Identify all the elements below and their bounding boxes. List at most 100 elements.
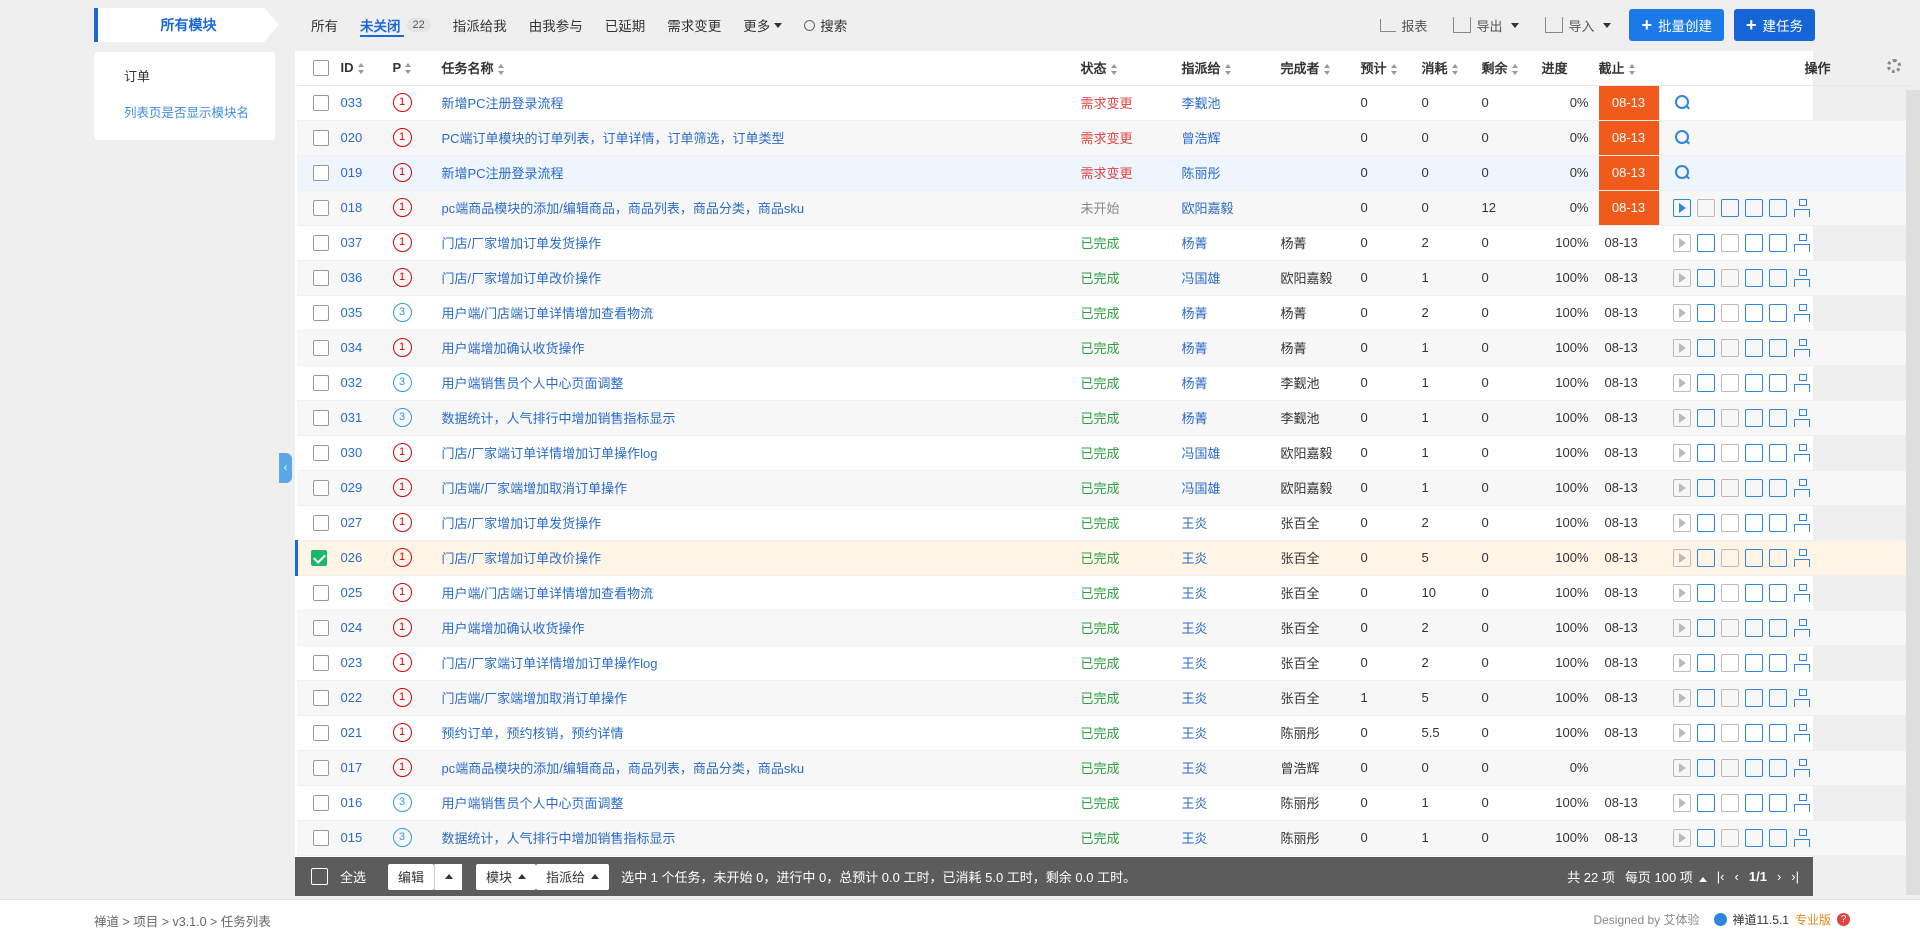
search-icon[interactable]	[1673, 94, 1691, 112]
assigned-to-link[interactable]: 陈丽彤	[1182, 166, 1221, 181]
import-button[interactable]: 导入	[1537, 16, 1619, 35]
edition-label[interactable]: 专业版	[1795, 911, 1831, 928]
batch-module-button[interactable]: 模块	[476, 863, 537, 890]
task-id[interactable]: 026	[341, 550, 363, 565]
edit-icon[interactable]	[1768, 583, 1787, 602]
assigned-to-link[interactable]: 王炎	[1182, 796, 1208, 811]
col-left[interactable]: 剩余	[1481, 51, 1542, 86]
task-name-link[interactable]: 用户端/门店端订单详情增加查看物流	[442, 586, 654, 601]
edit-icon[interactable]	[1768, 513, 1787, 532]
record-hours-icon[interactable]	[1744, 723, 1763, 742]
edit-icon[interactable]	[1768, 303, 1787, 322]
gear-icon[interactable]	[1886, 59, 1901, 74]
task-id[interactable]: 023	[341, 655, 363, 670]
show-module-name-link[interactable]: 列表页是否显示模块名	[124, 102, 249, 121]
row-checkbox[interactable]	[312, 514, 329, 531]
subtask-icon[interactable]	[1793, 618, 1811, 637]
col-id[interactable]: ID	[340, 51, 393, 86]
version-label[interactable]: 禅道11.5.1	[1733, 911, 1789, 928]
task-name-link[interactable]: pc端商品模块的添加/编辑商品，商品列表，商品分类，商品sku	[442, 201, 805, 216]
task-id[interactable]: 032	[341, 375, 363, 390]
task-name-link[interactable]: 门店/厂家增加订单发货操作	[442, 236, 602, 251]
assigned-to-link[interactable]: 冯国雄	[1182, 446, 1221, 461]
edit-icon[interactable]	[1768, 233, 1787, 252]
start-icon[interactable]	[1672, 198, 1691, 217]
table-row[interactable]: 020 1 PC端订单模块的订单列表，订单详情，订单筛选，订单类型 需求变更 曾浩辉 0 0…	[296, 120, 1915, 156]
col-name[interactable]: 任务名称	[441, 51, 1081, 86]
row-checkbox[interactable]	[312, 794, 329, 811]
table-row[interactable]: 017 1 pc端商品模块的添加/编辑商品，商品列表，商品分类，商品sku 已完成 王炎…	[296, 750, 1915, 786]
row-checkbox[interactable]	[312, 689, 329, 706]
search-icon[interactable]	[1673, 164, 1691, 182]
batch-create-button[interactable]: + 批量创建	[1629, 9, 1724, 41]
task-id[interactable]: 035	[341, 305, 363, 320]
subtask-icon[interactable]	[1793, 338, 1811, 357]
row-checkbox[interactable]	[312, 829, 329, 846]
edit-icon[interactable]	[1768, 688, 1787, 707]
page-scrollbar[interactable]	[1906, 90, 1920, 895]
finish-icon[interactable]	[1696, 478, 1715, 497]
row-checkbox[interactable]	[312, 374, 329, 391]
assigned-to-link[interactable]: 曾浩辉	[1182, 131, 1221, 146]
row-checkbox[interactable]	[312, 479, 329, 496]
row-checkbox[interactable]	[311, 549, 327, 566]
edit-dropdown-toggle[interactable]	[434, 863, 463, 890]
assigned-to-link[interactable]: 杨菁	[1182, 411, 1208, 426]
row-checkbox[interactable]	[312, 724, 329, 741]
record-hours-icon[interactable]	[1744, 268, 1763, 287]
row-checkbox[interactable]	[312, 444, 329, 461]
tab-all[interactable]: 所有	[300, 0, 349, 50]
row-checkbox[interactable]	[312, 409, 329, 426]
finish-icon[interactable]	[1696, 373, 1715, 392]
assigned-to-link[interactable]: 杨菁	[1182, 236, 1208, 251]
row-checkbox[interactable]	[312, 619, 329, 636]
table-row[interactable]: 026 1 门店/厂家增加订单改价操作 已完成 王炎 张百全 0 5 0 100% 08-13	[295, 540, 1915, 576]
row-checkbox[interactable]	[312, 164, 329, 181]
record-hours-icon[interactable]	[1744, 548, 1763, 567]
edit-icon[interactable]	[1768, 373, 1787, 392]
assigned-to-link[interactable]: 王炎	[1182, 551, 1208, 566]
export-button[interactable]: 导出	[1445, 16, 1527, 35]
edit-icon[interactable]	[1768, 478, 1787, 497]
subtask-icon[interactable]	[1793, 303, 1811, 322]
assigned-to-link[interactable]: 王炎	[1182, 761, 1208, 776]
subtask-icon[interactable]	[1793, 198, 1811, 217]
finish-icon[interactable]	[1696, 758, 1715, 777]
edit-icon[interactable]	[1768, 408, 1787, 427]
col-status[interactable]: 状态	[1080, 51, 1182, 86]
row-checkbox[interactable]	[312, 654, 329, 671]
col-assigned[interactable]: 指派给	[1181, 51, 1281, 86]
record-hours-icon[interactable]	[1744, 688, 1763, 707]
finish-icon[interactable]	[1696, 723, 1715, 742]
batch-assign-button[interactable]: 指派给	[536, 863, 610, 890]
help-icon[interactable]: ?	[1837, 913, 1850, 926]
table-row[interactable]: 025 1 用户端/门店端订单详情增加查看物流 已完成 王炎 张百全 0 10 0 100% 08-…	[296, 575, 1915, 611]
task-name-link[interactable]: 用户端增加确认收货操作	[442, 621, 585, 636]
subtask-icon[interactable]	[1793, 583, 1811, 602]
record-hours-icon[interactable]	[1744, 478, 1763, 497]
close-task-icon[interactable]	[1720, 198, 1739, 217]
record-hours-icon[interactable]	[1744, 338, 1763, 357]
breadcrumb[interactable]: 禅道 > 项目 > v3.1.0 > 任务列表	[94, 911, 271, 930]
finish-icon[interactable]	[1696, 688, 1715, 707]
assigned-to-link[interactable]: 杨菁	[1182, 341, 1208, 356]
task-name-link[interactable]: 用户端增加确认收货操作	[442, 341, 585, 356]
assigned-to-link[interactable]: 李觐池	[1182, 96, 1221, 111]
subtask-icon[interactable]	[1793, 443, 1811, 462]
finish-icon[interactable]	[1696, 338, 1715, 357]
row-checkbox[interactable]	[312, 269, 329, 286]
subtask-icon[interactable]	[1793, 373, 1811, 392]
record-hours-icon[interactable]	[1744, 233, 1763, 252]
table-row[interactable]: 023 1 门店/厂家端订单详情增加订单操作log 已完成 王炎 张百全 0 2 0 100% 08…	[296, 645, 1915, 681]
subtask-icon[interactable]	[1793, 268, 1811, 287]
tab-unclosed[interactable]: 未关闭 22	[349, 0, 442, 50]
edit-icon[interactable]	[1768, 653, 1787, 672]
row-checkbox[interactable]	[312, 304, 329, 321]
row-checkbox[interactable]	[312, 94, 329, 111]
task-id[interactable]: 016	[341, 795, 363, 810]
task-name-link[interactable]: 用户端销售员个人中心页面调整	[442, 376, 624, 391]
module-item-order[interactable]: 订单	[124, 66, 150, 85]
table-row[interactable]: 029 1 门店端/厂家端增加取消订单操作 已完成 冯国雄 欧阳嘉毅 0 1 0 100% 08-1…	[296, 470, 1915, 506]
edit-icon[interactable]	[1768, 793, 1787, 812]
task-id[interactable]: 037	[341, 235, 363, 250]
